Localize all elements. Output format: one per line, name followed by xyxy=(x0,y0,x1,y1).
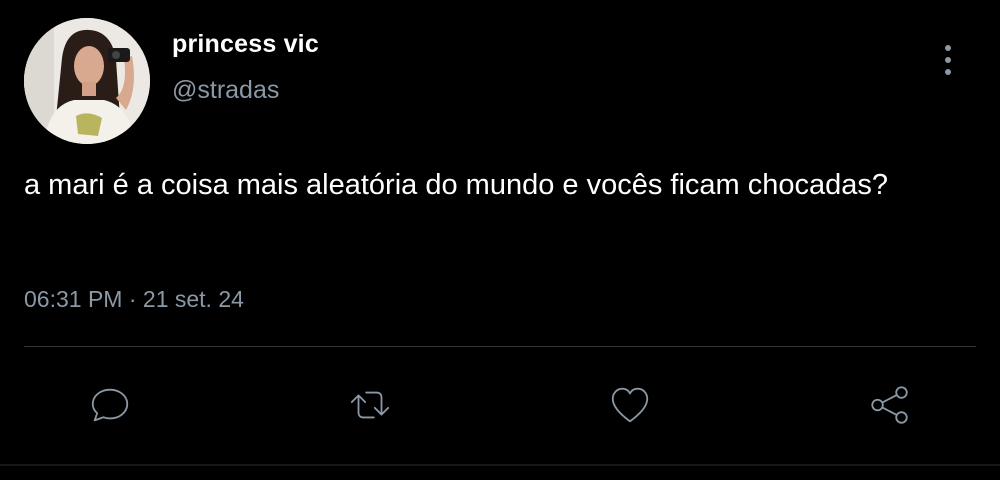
avatar[interactable] xyxy=(24,18,150,144)
tweet-timestamp[interactable]: 06:31 PM · 21 set. 24 xyxy=(24,286,244,313)
tweet-date: 21 set. 24 xyxy=(142,286,244,312)
more-vertical-icon-dot xyxy=(945,57,951,63)
share-icon xyxy=(871,386,908,424)
author-display-name[interactable]: princess vic xyxy=(172,30,319,59)
bottom-divider xyxy=(0,464,1000,466)
share-button[interactable] xyxy=(865,380,915,430)
tweet-text: a mari é a coisa mais aleatória do mundo… xyxy=(24,169,888,201)
retweet-button[interactable] xyxy=(345,380,395,430)
heart-icon xyxy=(611,387,649,423)
divider xyxy=(24,346,976,347)
avatar-image xyxy=(24,18,150,144)
meta-separator: · xyxy=(128,286,137,312)
more-options-button[interactable] xyxy=(934,42,962,78)
reply-icon xyxy=(91,388,129,422)
retweet-icon xyxy=(350,391,390,419)
author-handle[interactable]: @stradas xyxy=(172,76,279,105)
more-vertical-icon xyxy=(945,45,951,51)
reply-button[interactable] xyxy=(85,380,135,430)
tweet-time: 06:31 PM xyxy=(24,286,123,312)
more-vertical-icon-dot xyxy=(945,69,951,75)
like-button[interactable] xyxy=(605,380,655,430)
